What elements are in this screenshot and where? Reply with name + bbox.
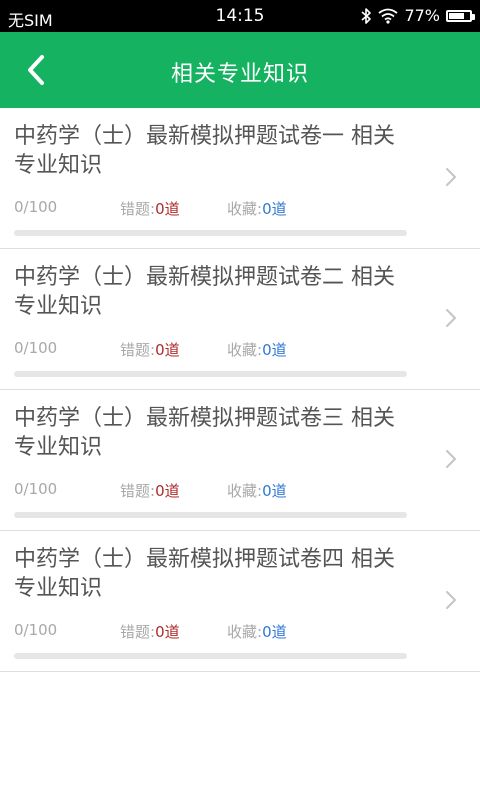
progress-bar	[14, 371, 407, 377]
favorite-count: 收藏:0道	[227, 623, 287, 641]
exam-title: 中药学（士）最新模拟押题试卷一 相关专业知识	[14, 124, 395, 178]
exam-title: 中药学（士）最新模拟押题试卷三 相关专业知识	[14, 406, 395, 460]
wrong-count: 错题:0道	[120, 341, 180, 359]
battery-percent: 77%	[404, 6, 440, 25]
progress-count: 0/100	[14, 480, 58, 498]
progress-count: 0/100	[14, 339, 58, 357]
favorite-count: 收藏:0道	[227, 341, 287, 359]
wrong-count: 错题:0道	[120, 482, 180, 500]
progress-count: 0/100	[14, 198, 58, 216]
chevron-right-icon	[446, 309, 456, 327]
exam-title: 中药学（士）最新模拟押题试卷二 相关专业知识	[14, 265, 395, 319]
chevron-right-icon	[446, 450, 456, 468]
favorite-count: 收藏:0道	[227, 200, 287, 218]
exam-list-item[interactable]: 中药学（士）最新模拟押题试卷三 相关专业知识 0/100 错题:0道 收藏:0道	[0, 390, 480, 531]
status-bar: 无SIM 14:15 77%	[0, 0, 480, 32]
exam-list-item[interactable]: 中药学（士）最新模拟押题试卷四 相关专业知识 0/100 错题:0道 收藏:0道	[0, 531, 480, 672]
chevron-right-icon	[446, 591, 456, 609]
chevron-right-icon	[446, 168, 456, 186]
exam-title: 中药学（士）最新模拟押题试卷四 相关专业知识	[14, 547, 395, 601]
progress-bar	[14, 230, 407, 236]
wrong-count: 错题:0道	[120, 200, 180, 218]
battery-icon	[446, 9, 475, 22]
exam-list-item[interactable]: 中药学（士）最新模拟押题试卷二 相关专业知识 0/100 错题:0道 收藏:0道	[0, 249, 480, 390]
progress-bar	[14, 512, 407, 518]
app-header: 相关专业知识	[0, 32, 480, 108]
exam-list: 中药学（士）最新模拟押题试卷一 相关专业知识 0/100 错题:0道 收藏:0道…	[0, 108, 480, 672]
wifi-icon	[378, 8, 398, 24]
progress-count: 0/100	[14, 621, 58, 639]
exam-list-item[interactable]: 中药学（士）最新模拟押题试卷一 相关专业知识 0/100 错题:0道 收藏:0道	[0, 108, 480, 249]
bluetooth-icon	[360, 7, 372, 25]
progress-bar	[14, 653, 407, 659]
wrong-count: 错题:0道	[120, 623, 180, 641]
favorite-count: 收藏:0道	[227, 482, 287, 500]
page-title: 相关专业知识	[170, 62, 309, 87]
status-icons: 77%	[360, 6, 475, 25]
